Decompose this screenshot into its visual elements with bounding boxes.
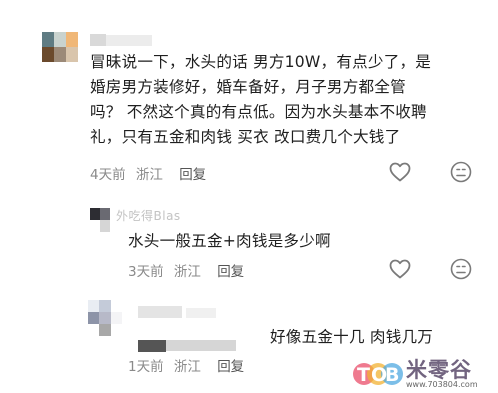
main-comment-meta: 4天前 浙江 回复 xyxy=(90,163,212,183)
comment-location: 浙江 xyxy=(135,167,163,183)
main-comment-text: 冒昧说一下，水头的话 男方10W，有点少了，是 婚房男方装修好，婚车备好，月子男… xyxy=(90,50,490,150)
comment-line: 礼，只有五金和肉钱 买衣 改口费几个大钱了 xyxy=(90,128,401,146)
svg-text:T: T xyxy=(357,364,370,386)
reply-text: 好像五金十几 肉钱几万 xyxy=(270,328,434,346)
reply-time: 3天前 xyxy=(128,264,164,280)
quoted-username-blurred xyxy=(138,340,166,352)
commenter-name-blurred-2 xyxy=(106,35,152,46)
comment-line: 婚房男方装修好，婚车备好，月子男方都全管 xyxy=(90,78,406,96)
unhappy-face-icon[interactable] xyxy=(449,257,473,281)
comment-line: 冒昧说一下，水头的话 男方10W，有点少了，是 xyxy=(90,53,432,71)
reply-time: 1天前 xyxy=(128,359,164,375)
svg-text:B: B xyxy=(385,364,399,386)
site-watermark: T O B 米零谷 www.703804.com xyxy=(352,354,498,393)
comment-time: 4天前 xyxy=(90,167,126,183)
quoted-username-blurred-2 xyxy=(166,340,236,351)
reply-button[interactable]: 回复 xyxy=(179,167,206,183)
reply-button[interactable]: 回复 xyxy=(217,359,244,375)
reply-username-faded[interactable]: 外吃得Blas xyxy=(116,207,181,224)
heart-icon[interactable] xyxy=(388,160,412,184)
unhappy-face-icon[interactable] xyxy=(449,160,473,184)
reply-username-blurred[interactable] xyxy=(138,306,182,318)
reply-avatar[interactable] xyxy=(90,208,110,232)
watermark-logo-icon: T O B xyxy=(353,363,403,386)
heart-icon[interactable] xyxy=(388,257,412,281)
reply-text: 水头一般五金+肉钱是多少啊 xyxy=(128,232,331,250)
commenter-avatar[interactable] xyxy=(42,32,78,62)
reply-avatar[interactable] xyxy=(88,300,122,336)
reply-location: 浙江 xyxy=(173,359,201,375)
reply-location: 浙江 xyxy=(173,264,201,280)
watermark-url: www.703804.com xyxy=(406,380,478,389)
reply-meta: 3天前 浙江 回复 xyxy=(128,260,250,280)
reply-button[interactable]: 回复 xyxy=(217,264,244,280)
comment-line: 吗？ 不然这个真的有点低。因为水头基本不收聘 xyxy=(90,103,427,121)
comment-thread: 冒昧说一下，水头的话 男方10W，有点少了，是 婚房男方装修好，婚车备好，月子男… xyxy=(0,0,498,393)
reply-username-blurred-2 xyxy=(186,308,216,318)
commenter-name-blurred[interactable] xyxy=(90,34,106,46)
reply-meta: 1天前 浙江 回复 xyxy=(128,355,250,375)
